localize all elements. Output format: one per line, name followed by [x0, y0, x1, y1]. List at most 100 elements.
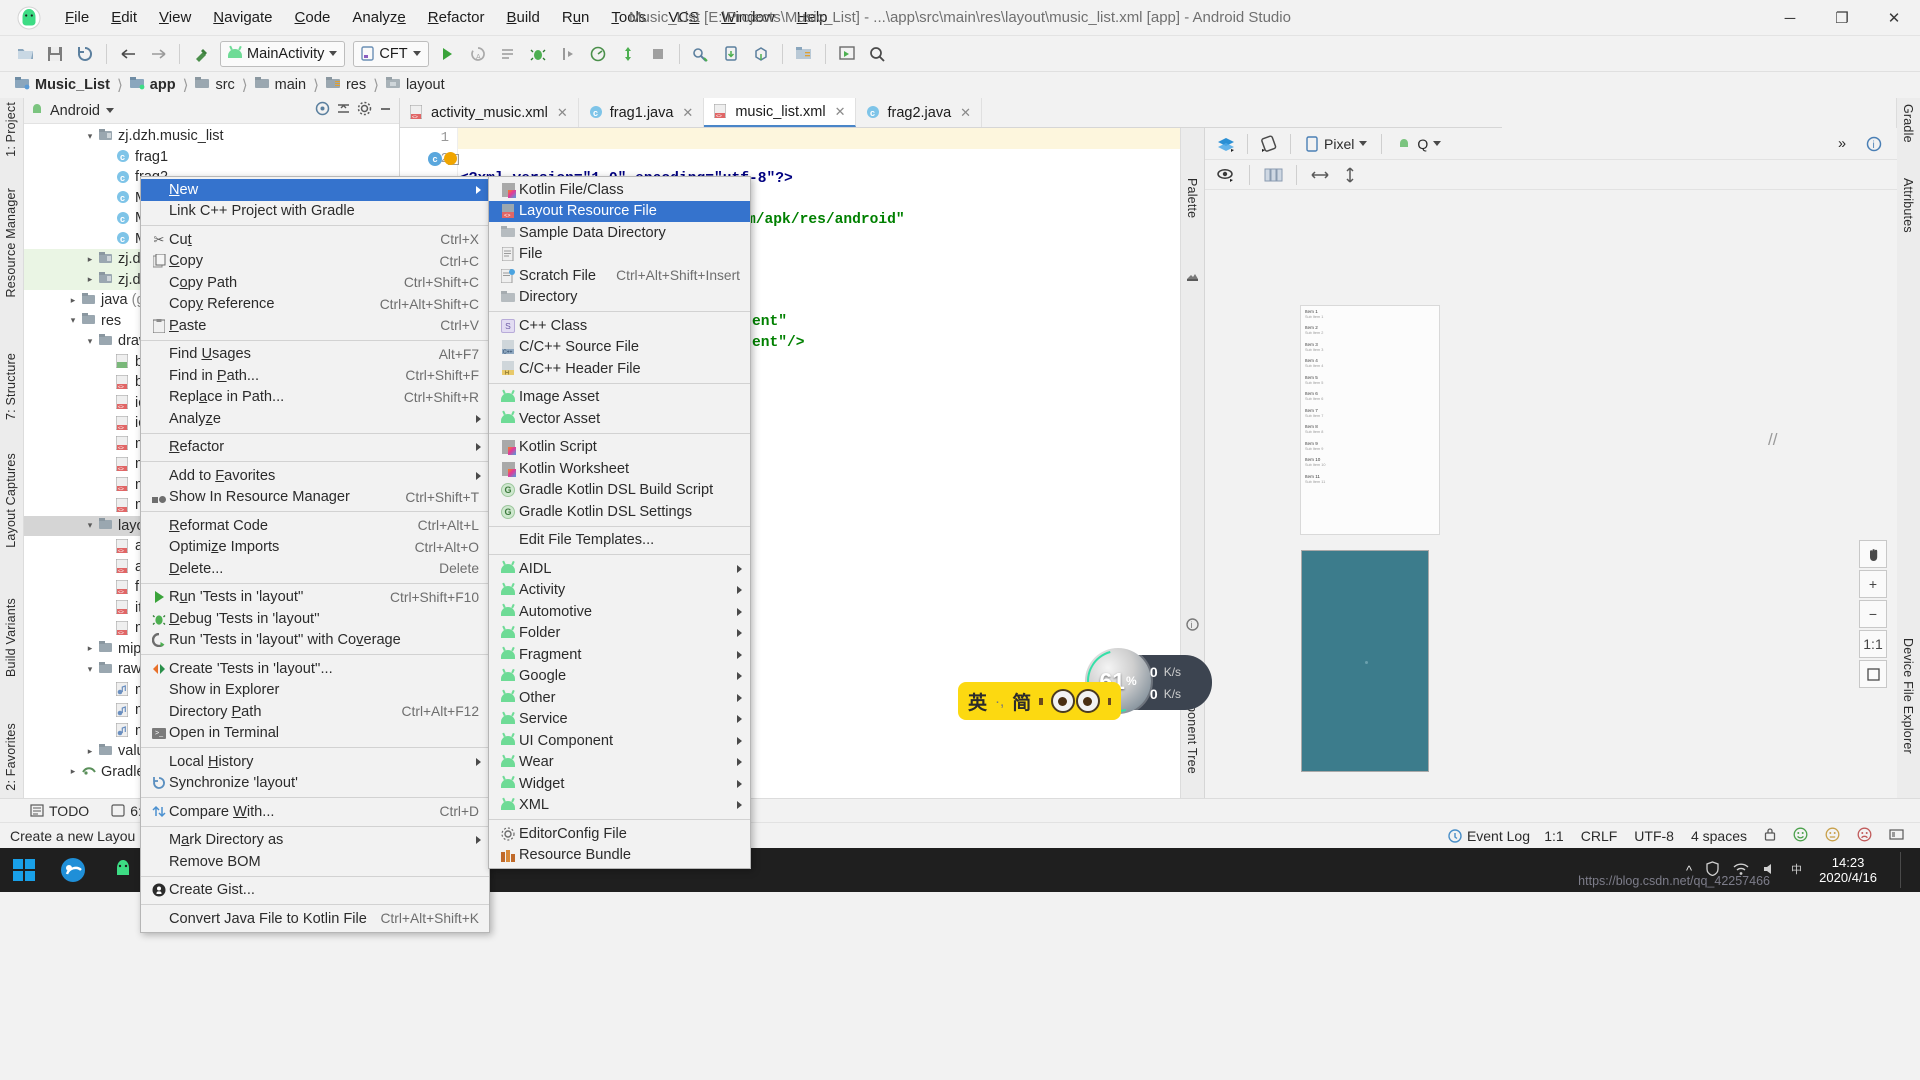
tree-expand-arrow[interactable]: ▾ — [85, 664, 95, 675]
rail-tab-layout-captures[interactable]: Layout Captures — [4, 453, 18, 548]
ime-status-bar[interactable]: 英 ·, 简 — [958, 682, 1121, 720]
orientation-icon[interactable] — [1256, 132, 1282, 156]
start-button[interactable] — [0, 848, 48, 892]
menu-navigate[interactable]: Navigate — [202, 5, 283, 30]
chevron-down-icon-project[interactable] — [106, 108, 114, 113]
menu-analyze[interactable]: Analyze — [341, 5, 416, 30]
menu-item[interactable]: >_Open in Terminal — [141, 723, 489, 745]
menu-item[interactable]: Convert Java File to Kotlin FileCtrl+Alt… — [141, 908, 489, 930]
taskbar-clock[interactable]: 14:23 2020/4/16 — [1819, 855, 1887, 885]
menu-item[interactable]: Directory — [489, 287, 750, 309]
profiler-icon[interactable] — [585, 41, 611, 67]
context-menu[interactable]: NewLink C++ Project with Gradle✂CutCtrl+… — [140, 176, 490, 933]
sync-gradle-icon[interactable] — [615, 41, 641, 67]
search-everywhere-icon[interactable] — [864, 41, 890, 67]
collapse-all-icon[interactable] — [336, 101, 351, 120]
breadcrumb-item-res[interactable]: res — [323, 76, 369, 95]
line-separator[interactable]: CRLF — [1581, 828, 1618, 844]
menu-item[interactable]: <>Layout Resource File — [489, 201, 750, 223]
tray-input-method-icon[interactable]: 中 — [1790, 862, 1806, 879]
pan-tool-button[interactable] — [1859, 540, 1887, 568]
menu-item[interactable]: Kotlin Worksheet — [489, 458, 750, 480]
menu-item[interactable]: XML — [489, 795, 750, 817]
sync-project-icon[interactable] — [72, 41, 98, 67]
rail-tab-resource-manager[interactable]: Resource Manager — [4, 188, 18, 298]
rail-tab-device-file-explorer[interactable]: Device File Explorer — [1901, 638, 1915, 754]
menu-item[interactable]: Show in Explorer — [141, 680, 489, 702]
menu-item[interactable]: Analyze — [141, 408, 489, 430]
tree-expand-arrow[interactable]: ▾ — [68, 315, 78, 326]
menu-item[interactable]: Copy PathCtrl+Shift+C — [141, 272, 489, 294]
open-project-icon[interactable] — [12, 41, 38, 67]
menu-item[interactable]: Mark Directory as — [141, 830, 489, 852]
menu-item[interactable]: C++C/C++ Source File — [489, 337, 750, 359]
menu-item[interactable]: Replace in Path...Ctrl+Shift+R — [141, 387, 489, 409]
menu-item[interactable]: Edit File Templates... — [489, 530, 750, 552]
sdk-manager-icon[interactable] — [718, 41, 744, 67]
palette-icon[interactable] — [1185, 268, 1200, 286]
menu-item[interactable]: Resource Bundle — [489, 845, 750, 867]
menu-item[interactable]: Synchronize 'layout' — [141, 773, 489, 795]
menu-item[interactable]: Remove BOM — [141, 851, 489, 873]
menu-item[interactable]: Add to Favorites — [141, 465, 489, 487]
menu-item[interactable]: Activity — [489, 580, 750, 602]
tree-node[interactable]: ▾zj.dzh.music_list — [24, 126, 399, 147]
tree-expand-arrow[interactable]: ▸ — [85, 274, 95, 285]
horizontal-guide-icon[interactable] — [1307, 163, 1333, 187]
menu-item[interactable]: Scratch FileCtrl+Alt+Shift+Insert — [489, 265, 750, 287]
menu-item[interactable]: Kotlin File/Class — [489, 179, 750, 201]
feedback-neutral-icon[interactable] — [1825, 827, 1840, 845]
design-mode-icon[interactable] — [1213, 132, 1239, 156]
caret-position[interactable]: 1:1 — [1544, 828, 1563, 844]
run-button[interactable] — [435, 41, 461, 67]
device-selector[interactable]: CFT — [353, 41, 428, 67]
lock-icon[interactable] — [1764, 827, 1776, 844]
hide-icon[interactable] — [378, 101, 393, 120]
ime-language-label[interactable]: 英 — [968, 688, 987, 715]
menu-build[interactable]: Build — [495, 5, 550, 30]
menu-run[interactable]: Run — [551, 5, 601, 30]
tree-expand-arrow[interactable]: ▾ — [85, 520, 95, 531]
show-desktop-button[interactable] — [1900, 852, 1908, 888]
tree-expand-arrow[interactable]: ▾ — [85, 336, 95, 347]
tree-node[interactable]: cfrag1 — [24, 147, 399, 168]
menu-item[interactable]: Google — [489, 666, 750, 688]
menu-item[interactable]: File — [489, 244, 750, 266]
menu-item[interactable]: Image Asset — [489, 387, 750, 409]
menu-code[interactable]: Code — [284, 5, 342, 30]
menu-item[interactable]: Show In Resource ManagerCtrl+Shift+T — [141, 487, 489, 509]
breadcrumb-item-app[interactable]: app — [127, 76, 179, 95]
rail-tab-gradle[interactable]: Gradle — [1901, 104, 1915, 143]
target-icon[interactable] — [315, 101, 330, 120]
breadcrumb-item-project[interactable]: Music_List — [12, 76, 113, 95]
apply-changes-icon[interactable]: A — [465, 41, 491, 67]
tree-expand-arrow[interactable]: ▾ — [85, 131, 95, 142]
menu-item[interactable]: Fragment — [489, 644, 750, 666]
menu-item[interactable]: HC/C++ Header File — [489, 358, 750, 380]
rail-tab-structure[interactable]: 7: Structure — [4, 353, 18, 420]
menu-item[interactable]: EditorConfig File — [489, 823, 750, 845]
menu-item[interactable]: Other — [489, 687, 750, 709]
zoom-out-button[interactable]: − — [1859, 600, 1887, 628]
menu-item[interactable]: GGradle Kotlin DSL Build Script — [489, 480, 750, 502]
device-manager-icon[interactable] — [748, 41, 774, 67]
rail-tab-build-variants[interactable]: Build Variants — [4, 598, 18, 677]
menu-item[interactable]: Optimize ImportsCtrl+Alt+O — [141, 537, 489, 559]
menu-item[interactable]: SC++ Class — [489, 315, 750, 337]
tree-expand-arrow[interactable]: ▸ — [85, 254, 95, 265]
menu-item[interactable]: CopyCtrl+C — [141, 251, 489, 273]
editor-tab[interactable]: <>music_list.xml✕ — [704, 98, 856, 127]
taskbar-app-browser[interactable] — [48, 848, 98, 892]
menu-item[interactable]: Find UsagesAlt+F7 — [141, 344, 489, 366]
api-version-selector[interactable]: Q — [1390, 132, 1447, 156]
menu-item[interactable]: Reformat CodeCtrl+Alt+L — [141, 515, 489, 537]
menu-item[interactable]: Run 'Tests in 'layout'' with Coverage — [141, 630, 489, 652]
menu-item[interactable]: Delete...Delete — [141, 558, 489, 580]
menu-item[interactable]: Wear — [489, 752, 750, 774]
ime-mode-label[interactable]: 简 — [1012, 688, 1031, 715]
tree-expand-arrow[interactable]: ▸ — [68, 766, 78, 777]
breadcrumb-item-main[interactable]: main — [252, 76, 309, 95]
rail-tab-favorites[interactable]: 2: Favorites — [4, 723, 18, 791]
menu-item[interactable]: Refactor — [141, 437, 489, 459]
menu-item[interactable]: AIDL — [489, 558, 750, 580]
